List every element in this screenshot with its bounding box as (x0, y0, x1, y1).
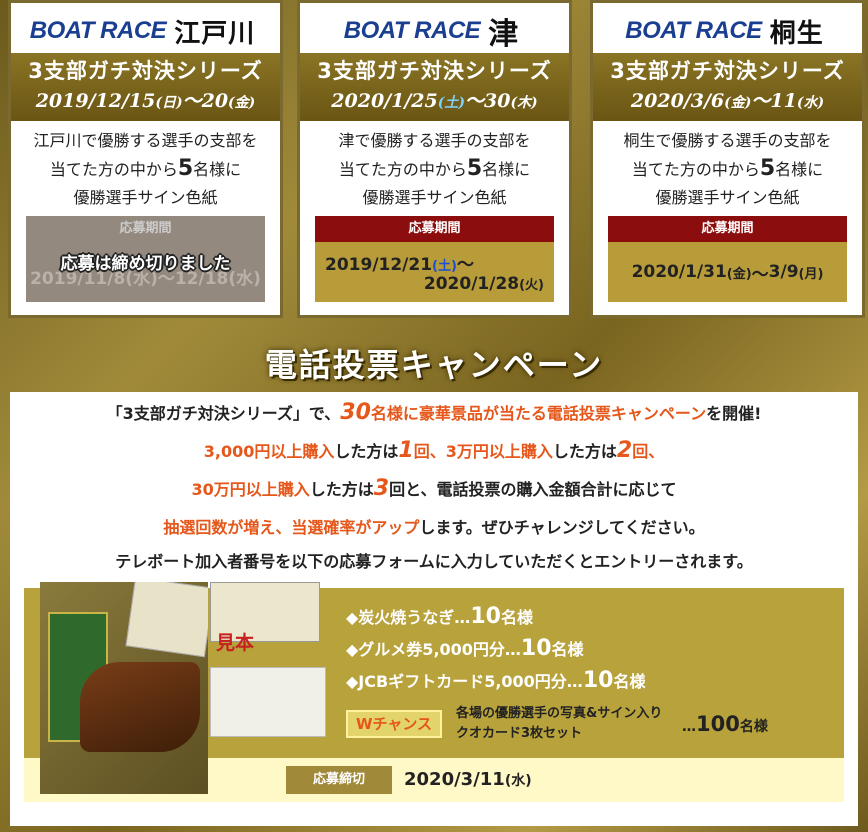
series-date: 2019/12/15(日)～20(金) (35, 90, 256, 112)
period-label: 応募期間 (315, 216, 554, 242)
logo-text: BOAT RACE (625, 17, 762, 44)
series-title: 3支部ガチ対決シリーズ (317, 59, 552, 83)
card-edogawa: BOAT RACE 江戸川 3支部ガチ対決シリーズ 2019/12/15(日)～… (8, 0, 283, 318)
deadline-label: 応募締切 (286, 766, 392, 794)
period-label: 応募期間 (608, 216, 847, 242)
series-title: 3支部ガチ対決シリーズ (28, 59, 263, 83)
campaign-entry-note: テレボート加入者番号を以下の応募フォームに入力していただくとエントリーされます。 (115, 552, 753, 571)
prize-photo (40, 582, 208, 794)
series-band: 3支部ガチ対決シリーズ 2020/3/6(金)～11(水) (593, 53, 862, 121)
prize-description: 津で優勝する選手の支部を 当てた方の中から5名様に 優勝選手サイン色紙 (338, 131, 531, 207)
quo-card-photo (210, 667, 326, 737)
venue-name: 桐生 (769, 17, 824, 48)
venue-name: 津 (488, 18, 520, 51)
period-value: 2020/1/31 (金) ～ 3/9 (月) (608, 242, 847, 302)
logo-kiryu[interactable]: BOAT RACE 桐生 (599, 9, 850, 53)
logo-tsu[interactable]: BOAT RACE 津 (306, 9, 557, 53)
prize-item-jcb: ◆JCBギフトカード5,000円分…10名様 (346, 668, 646, 693)
series-date: 2020/3/6(金)～11(水) (630, 90, 825, 112)
campaign-body: 「3支部ガチ対決シリーズ」で、30名様に豪華景品が当たる電話投票キャンペーンを開… (10, 392, 858, 826)
prize-description: 桐生で優勝する選手の支部を 当てた方の中から5名様に 優勝選手サイン色紙 (623, 131, 832, 207)
logo-edogawa[interactable]: BOAT RACE 江戸川 (17, 9, 268, 53)
venue-name: 江戸川 (174, 17, 256, 48)
card-tsu: BOAT RACE 津 3支部ガチ対決シリーズ 2020/1/25(土)～30(… (297, 0, 572, 318)
logo-text: BOAT RACE (29, 17, 167, 44)
period-value: 2019/12/21(土)～ 2020/1/28(火) (315, 242, 554, 302)
w-chance-description: 各場の優勝選手の写真&サイン入り クオカード3枚セット (456, 706, 663, 741)
w-chance-count: …100名様 (682, 712, 768, 736)
series-date: 2020/1/25(土)～30(木) (331, 90, 538, 112)
series-band: 3支部ガチ対決シリーズ 2020/1/25(土)～30(木) (300, 53, 569, 121)
prize-item-unagi: ◆炭火焼うなぎ…10名様 (346, 604, 533, 629)
closed-message: 応募は締め切りました (60, 254, 231, 274)
period-label: 応募期間 (119, 221, 172, 236)
series-band: 3支部ガチ対決シリーズ 2019/12/15(日)～20(金) (11, 53, 280, 121)
prize-item-gourmet: ◆グルメ券5,000円分…10名様 (346, 636, 584, 661)
card-kiryu: BOAT RACE 桐生 3支部ガチ対決シリーズ 2020/3/6(金)～11(… (590, 0, 865, 318)
campaign-rule-1: 3,000円以上購入した方は1回、3万円以上購入した方は2回、 (203, 438, 665, 463)
campaign-rule-2: 30万円以上購入した方は3回と、電話投票の購入金額合計に応じて (191, 476, 677, 501)
w-chance-badge: Wチャンス (346, 710, 442, 738)
campaign-rule-3: 抽選回数が増え、当選確率がアップします。ぜひチャレンジしてください。 (163, 518, 705, 537)
logo-text: BOAT RACE (343, 17, 481, 44)
series-title: 3支部ガチ対決シリーズ (610, 59, 845, 83)
campaign-intro: 「3支部ガチ対決シリーズ」で、30名様に豪華景品が当たる電話投票キャンペーンを開… (106, 400, 762, 425)
deadline-value: 2020/3/11(水) (404, 769, 532, 790)
prize-description: 江戸川で優勝する選手の支部を 当てた方の中から5名様に 優勝選手サイン色紙 (33, 131, 258, 207)
campaign-title: 電話投票キャンペーン (264, 346, 604, 384)
sample-mark: 見本 (216, 632, 255, 654)
